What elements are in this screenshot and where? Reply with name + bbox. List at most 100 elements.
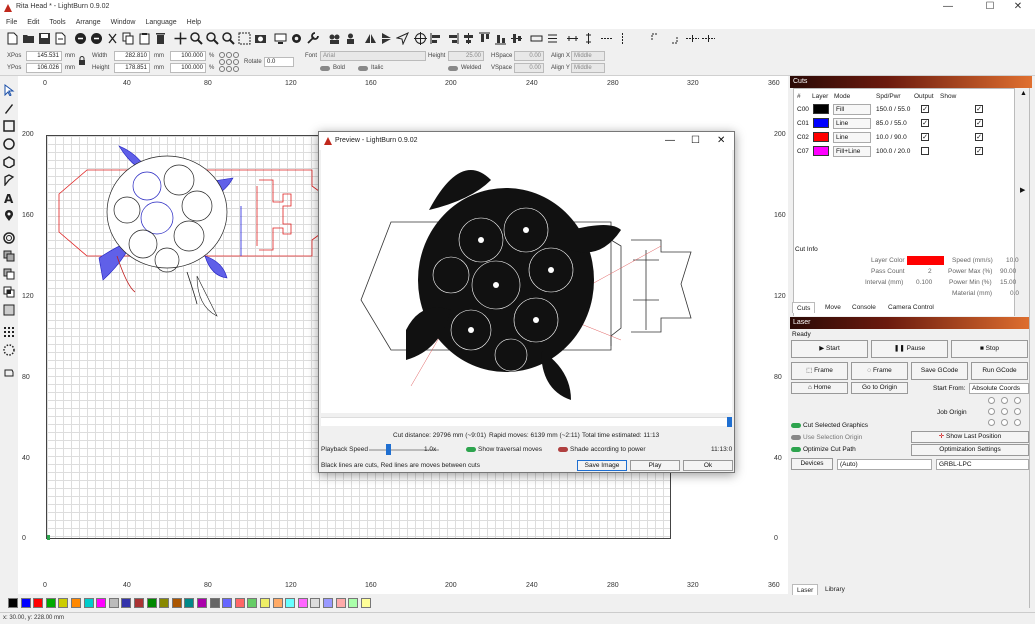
zoom-in-icon[interactable] [190, 32, 203, 45]
text-tool-icon[interactable]: A [3, 192, 15, 206]
goto-origin-button[interactable]: Go to Origin [851, 382, 908, 394]
ok-button[interactable]: Ok [683, 460, 733, 471]
space-v-icon[interactable] [582, 32, 595, 45]
palette-swatch[interactable] [335, 598, 346, 608]
cut-output-checkbox[interactable]: ✓ [921, 133, 929, 141]
cut-show-checkbox[interactable]: ✓ [975, 119, 983, 127]
tab-cuts[interactable]: Cuts [792, 302, 816, 313]
palette-swatch[interactable] [360, 598, 371, 608]
optimization-settings-button[interactable]: Optimization Settings [911, 444, 1029, 456]
tab-library[interactable]: Library [821, 584, 849, 595]
corner-br-icon[interactable] [666, 32, 679, 45]
bold-toggle[interactable] [320, 66, 330, 71]
distribute-v-icon[interactable] [546, 32, 559, 45]
menu-window[interactable]: Window [111, 16, 136, 29]
font-height-field[interactable]: 25.00 [448, 51, 484, 61]
align-left-icon[interactable] [430, 32, 443, 45]
job-origin-radio[interactable] [1014, 397, 1021, 404]
boolean-intersect-icon[interactable] [3, 286, 15, 298]
distribute-h-icon[interactable] [530, 32, 543, 45]
palette-swatch[interactable] [146, 598, 157, 608]
device-select[interactable]: (Auto) [837, 459, 932, 470]
start-from-select[interactable]: Absolute Coords [969, 383, 1029, 394]
redo-icon[interactable] [90, 32, 103, 45]
cut-layer-swatch[interactable] [813, 146, 829, 156]
cut-mode-select[interactable]: Fill+Line [833, 146, 871, 157]
italic-toggle[interactable] [358, 66, 368, 71]
cut-layer-swatch[interactable] [813, 104, 829, 114]
cut-mode-select[interactable]: Line [833, 118, 871, 129]
palette-swatch[interactable] [171, 598, 182, 608]
rotary-icon[interactable] [3, 366, 15, 378]
align-x-select[interactable]: Middle [571, 51, 605, 61]
cut-output-checkbox[interactable] [921, 147, 929, 155]
run-gcode-button[interactable]: Run GCode [971, 362, 1028, 380]
cut-mode-select[interactable]: Fill [833, 104, 871, 115]
tab-camera-control[interactable]: Camera Control [884, 302, 938, 313]
polygon-tool-icon[interactable] [3, 156, 15, 169]
ungroup-icon[interactable] [344, 32, 357, 45]
optimize-toggle[interactable] [791, 447, 801, 452]
align-bottom-icon[interactable] [494, 32, 507, 45]
grid-array-icon[interactable] [3, 326, 15, 338]
vspace-field[interactable]: 0.00 [514, 63, 544, 73]
devices-button[interactable]: Devices [791, 458, 833, 470]
save-image-button[interactable]: Save Image [577, 460, 627, 471]
job-origin-radio[interactable] [1014, 419, 1021, 426]
boolean-subtract-icon[interactable] [3, 268, 15, 280]
job-origin-radio[interactable] [1001, 408, 1008, 415]
palette-swatch[interactable] [297, 598, 308, 608]
job-origin-radio[interactable] [988, 397, 995, 404]
palette-swatch[interactable] [121, 598, 132, 608]
save-file-icon[interactable] [38, 32, 51, 45]
palette-swatch[interactable] [209, 598, 220, 608]
palette-swatch[interactable] [108, 598, 119, 608]
shade-power-toggle[interactable] [558, 447, 568, 452]
palette-swatch[interactable] [45, 598, 56, 608]
menu-file[interactable]: File [6, 16, 17, 29]
edit-nodes-icon[interactable] [3, 102, 15, 114]
cut-output-checkbox[interactable]: ✓ [921, 119, 929, 127]
tools-wrench-icon[interactable] [306, 32, 319, 45]
palette-swatch[interactable] [33, 598, 44, 608]
settings-gear-icon[interactable] [290, 32, 303, 45]
palette-swatch[interactable] [260, 598, 270, 608]
preview-maximize-button[interactable]: ☐ [691, 135, 700, 146]
palette-swatch[interactable] [83, 598, 94, 608]
menu-tools[interactable]: Tools [49, 16, 65, 29]
job-origin-radio[interactable] [1001, 419, 1008, 426]
close-button[interactable]: ✕ [1001, 1, 1035, 12]
palette-swatch[interactable] [134, 598, 144, 608]
space-h-icon[interactable] [566, 32, 579, 45]
cut-output-checkbox[interactable]: ✓ [921, 105, 929, 113]
move-icon[interactable] [174, 32, 187, 45]
palette-swatch[interactable] [184, 598, 195, 608]
weld-icon[interactable] [3, 304, 15, 316]
palette-swatch[interactable] [58, 598, 69, 608]
preview-close-button[interactable]: ✕ [717, 135, 725, 146]
show-traversal-toggle[interactable] [466, 447, 476, 452]
timeline-thumb[interactable] [727, 417, 732, 427]
grid-snap-icon[interactable] [702, 32, 715, 45]
palette-swatch[interactable] [71, 598, 81, 608]
menu-edit[interactable]: Edit [27, 16, 39, 29]
open-file-icon[interactable] [22, 32, 35, 45]
controller-select[interactable]: GRBL-LPC [936, 459, 1029, 470]
playback-speed-slider[interactable] [386, 444, 391, 455]
delete-icon[interactable] [154, 32, 167, 45]
font-select[interactable]: Arial [320, 51, 426, 61]
align-center-icon[interactable] [414, 32, 427, 45]
lock-icon[interactable] [78, 56, 86, 66]
palette-swatch[interactable] [159, 598, 170, 608]
height-percent-field[interactable]: 100.000 [170, 63, 206, 73]
align-right-icon[interactable] [446, 32, 459, 45]
palette-swatch[interactable] [234, 598, 245, 608]
palette-swatch[interactable] [285, 598, 296, 608]
height-field[interactable]: 178.851 [114, 63, 150, 73]
cut-show-checkbox[interactable]: ✓ [975, 147, 983, 155]
menu-help[interactable]: Help [187, 16, 201, 29]
palette-swatch[interactable] [272, 598, 283, 608]
job-origin-radio[interactable] [1014, 408, 1021, 415]
frame-selection-icon[interactable] [238, 32, 251, 45]
use-selection-origin-toggle[interactable] [791, 435, 801, 440]
